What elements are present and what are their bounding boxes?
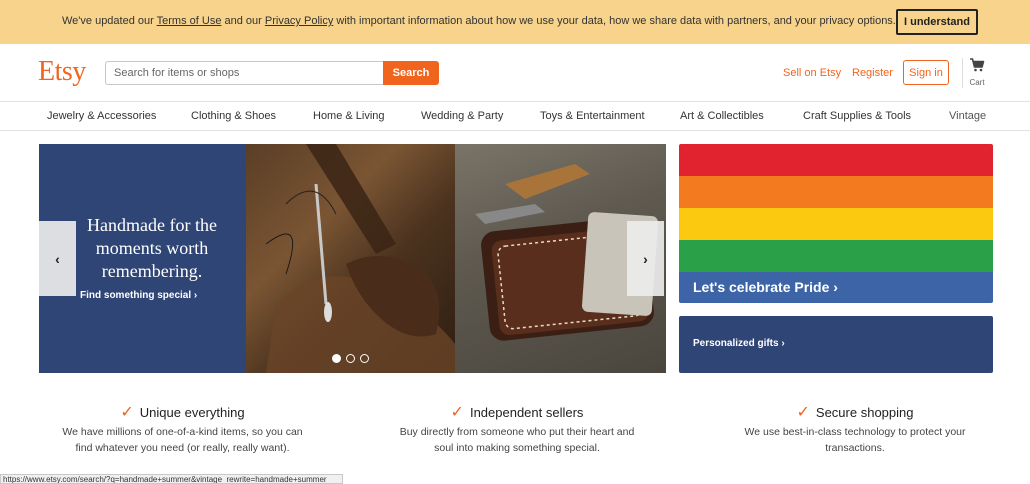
sign-in-button[interactable]: Sign in	[903, 60, 949, 85]
category-home-living[interactable]: Home & Living	[313, 110, 385, 122]
cart-button[interactable]: Cart	[966, 58, 988, 87]
carousel-dot-3[interactable]	[360, 354, 369, 363]
browser-status-url: https://www.etsy.com/search/?q=handmade+…	[0, 474, 343, 484]
banner-text-end: with important information about how we …	[333, 15, 896, 27]
personalized-gifts-label: Personalized gifts ›	[693, 338, 785, 349]
pride-banner-label: Let's celebrate Pride ›	[693, 279, 838, 295]
terms-banner: We've updated our Terms of Use and our P…	[0, 0, 1030, 44]
header-divider	[962, 58, 963, 88]
pride-banner[interactable]: Let's celebrate Pride ›	[679, 144, 993, 303]
carousel-next-button[interactable]: ›	[627, 221, 664, 296]
value-prop-body: Buy directly from someone who put their …	[399, 426, 635, 454]
search-input[interactable]	[105, 61, 383, 85]
find-something-special-link[interactable]: Find something special ›	[80, 290, 197, 301]
i-understand-button[interactable]: I understand	[896, 9, 978, 35]
category-nav: Jewelry & Accessories Clothing & Shoes H…	[0, 103, 1030, 131]
terms-of-use-link[interactable]: Terms of Use	[157, 15, 222, 27]
value-prop-title: Secure shopping	[815, 405, 914, 420]
privacy-policy-link[interactable]: Privacy Policy	[265, 15, 333, 27]
hero-image-leatherwork[interactable]	[246, 144, 455, 373]
carousel-dot-1[interactable]	[332, 354, 341, 363]
banner-text-start: We've updated our	[62, 15, 157, 27]
chevron-right-icon: ›	[643, 250, 648, 267]
value-prop-secure: ✓ Secure shopping We use best-in-class t…	[730, 403, 980, 456]
pride-stripe-red	[679, 144, 993, 176]
personalized-gifts-banner[interactable]: Personalized gifts ›	[679, 316, 993, 373]
leatherwork-illustration	[265, 144, 455, 373]
value-prop-body: We have millions of one-of-a-kind items,…	[62, 426, 303, 454]
cart-label: Cart	[969, 78, 985, 87]
checkmark-icon: ✓	[120, 403, 134, 421]
search-bar: Search	[105, 61, 439, 85]
category-clothing-shoes[interactable]: Clothing & Shoes	[191, 110, 276, 122]
value-prop-independent: ✓ Independent sellers Buy directly from …	[397, 403, 637, 456]
banner-text-mid: and our	[221, 15, 265, 27]
value-prop-title: Unique everything	[139, 405, 245, 420]
category-toys-entertainment[interactable]: Toys & Entertainment	[540, 110, 645, 122]
hero-carousel: Handmade for the moments worth rememberi…	[39, 144, 666, 373]
pride-stripe-yellow	[679, 208, 993, 240]
checkmark-icon: ✓	[796, 403, 810, 421]
value-prop-title: Independent sellers	[469, 405, 584, 420]
category-jewelry-accessories[interactable]: Jewelry & Accessories	[47, 110, 156, 122]
category-wedding-party[interactable]: Wedding & Party	[421, 110, 503, 122]
checkmark-icon: ✓	[450, 403, 464, 421]
sell-on-etsy-link[interactable]: Sell on Etsy	[783, 67, 841, 79]
search-button[interactable]: Search	[383, 61, 439, 85]
banner-message: We've updated our Terms of Use and our P…	[62, 15, 896, 27]
category-vintage[interactable]: Vintage	[949, 110, 986, 122]
chevron-left-icon: ‹	[55, 250, 60, 267]
cart-icon	[970, 58, 985, 72]
carousel-dots	[332, 354, 369, 363]
category-art-collectibles[interactable]: Art & Collectibles	[680, 110, 764, 122]
carousel-prev-button[interactable]: ‹	[39, 221, 76, 296]
value-prop-body: We use best-in-class technology to prote…	[744, 426, 966, 454]
site-header: Etsy Search Sell on Etsy Register Sign i…	[0, 44, 1030, 102]
value-prop-unique: ✓ Unique everything We have millions of …	[55, 403, 310, 456]
register-link[interactable]: Register	[852, 67, 893, 79]
pride-stripe-orange	[679, 176, 993, 208]
pride-stripe-green	[679, 240, 993, 272]
etsy-logo[interactable]: Etsy	[38, 56, 86, 88]
carousel-dot-2[interactable]	[346, 354, 355, 363]
category-craft-supplies-tools[interactable]: Craft Supplies & Tools	[803, 110, 911, 122]
hero-title: Handmade for the moments worth rememberi…	[87, 215, 217, 281]
